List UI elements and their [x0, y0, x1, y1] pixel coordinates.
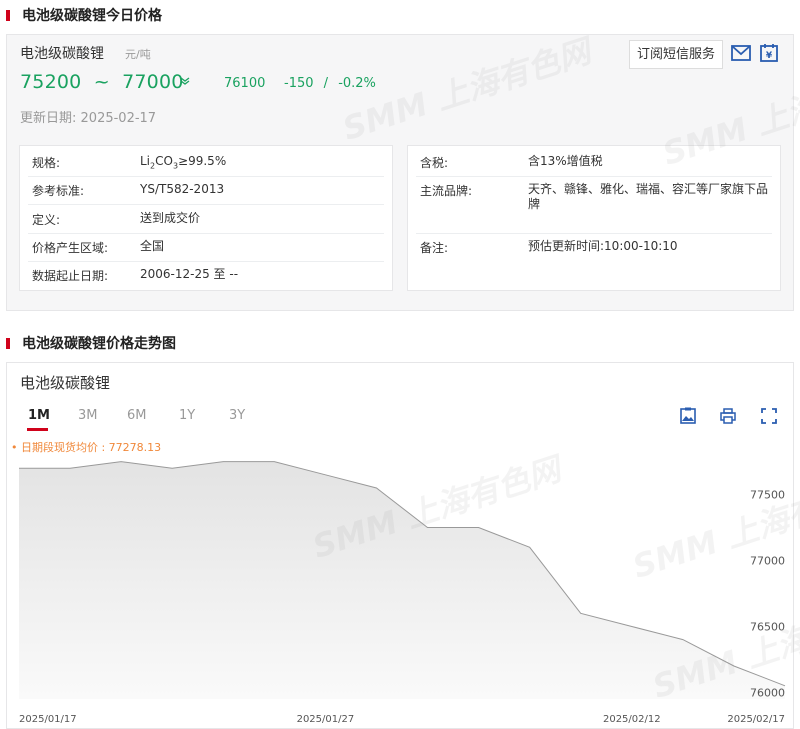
- info-value: YS/T582-2013: [140, 182, 225, 196]
- price-range: 75200 ~ 77000: [20, 71, 184, 93]
- price-high: 77000: [122, 71, 184, 93]
- active-tab-indicator: [27, 428, 48, 431]
- data-point[interactable]: [374, 485, 380, 491]
- section-title-text: 电池级碳酸锂今日价格: [22, 8, 162, 24]
- tab-1y[interactable]: 1Y: [179, 408, 195, 423]
- update-date: 更新日期: 2025-02-17: [20, 107, 156, 126]
- update-label: 更新日期:: [20, 111, 77, 126]
- info-label: 数据起止日期:: [32, 269, 109, 283]
- tab-3m[interactable]: 3M: [78, 408, 98, 423]
- divider: [28, 176, 384, 177]
- divider: [416, 176, 772, 177]
- formula-part: CO: [155, 154, 173, 168]
- tab-6m[interactable]: 6M: [127, 408, 147, 423]
- title-accent-bar: [6, 9, 10, 21]
- price-change: -150 / -0.2%: [284, 76, 376, 91]
- y-tick-label: 77000: [750, 555, 785, 568]
- section-title-text: 电池级碳酸锂价格走势图: [22, 336, 176, 352]
- data-point[interactable]: [425, 525, 431, 531]
- data-point[interactable]: [476, 525, 482, 531]
- info-label: 价格产生区域:: [32, 241, 109, 255]
- average-price: 76100: [224, 76, 266, 91]
- price-unit: 元/吨: [125, 48, 151, 61]
- spec-info-left: 规格: Li2CO3≥99.5% 参考标准: YS/T582-2013 定义: …: [19, 145, 393, 291]
- info-value: Li2CO3≥99.5%: [140, 154, 382, 173]
- info-value: 2006-12-25 至 --: [140, 267, 239, 281]
- price-low: 75200: [20, 71, 82, 93]
- info-label: 主流品牌:: [420, 184, 473, 198]
- mail-icon[interactable]: [730, 43, 752, 63]
- subscribe-sms-button[interactable]: 订阅短信服务: [629, 40, 724, 69]
- x-tick-label: 2025/02/12: [603, 714, 661, 725]
- info-value: 含13%增值税: [528, 154, 603, 168]
- price-trend-chart[interactable]: • 日期段现货均价 : 77278.13 76000 76500 77000 77500…: [7, 439, 793, 729]
- data-point[interactable]: [271, 459, 277, 465]
- data-point[interactable]: [629, 624, 635, 630]
- tab-3y[interactable]: 3Y: [229, 408, 245, 423]
- price-calendar-icon[interactable]: ¥: [758, 43, 780, 63]
- data-point[interactable]: [169, 465, 175, 471]
- change-separator: /: [323, 76, 329, 91]
- y-tick-label: 76000: [750, 686, 785, 699]
- update-value: 2025-02-17: [80, 111, 157, 126]
- price-card: 电池级碳酸锂 元/吨 75200 ~ 77000 76100 -150 / -0…: [6, 32, 800, 311]
- tab-1m[interactable]: 1M: [28, 408, 50, 423]
- divider: [28, 261, 384, 262]
- divider: [28, 233, 384, 234]
- section-title-today-price: 电池级碳酸锂今日价格: [6, 5, 162, 25]
- divider: [28, 204, 384, 205]
- change-percent: -0.2%: [338, 76, 376, 91]
- data-point[interactable]: [578, 610, 584, 616]
- formula-part: ≥99.5%: [178, 154, 227, 168]
- y-tick-label: 77500: [750, 489, 785, 502]
- spec-info-right: 含税: 含13%增值税 主流品牌: 天齐、赣锋、雅化、瑞福、容汇等厂家旗下品牌 …: [407, 145, 781, 291]
- info-value: 天齐、赣锋、雅化、瑞福、容汇等厂家旗下品牌: [528, 182, 769, 211]
- product-name: 电池级碳酸锂: [20, 46, 104, 62]
- save-image-icon[interactable]: [679, 407, 697, 425]
- price-trend-card: 电池级碳酸锂 1M 3M 6M 1Y 3Y • 日期段现货均价 : 77278.…: [6, 362, 800, 729]
- data-point[interactable]: [322, 472, 328, 478]
- info-label: 含税:: [420, 156, 449, 170]
- info-value: 预估更新时间:10:00-10:10: [528, 239, 678, 253]
- info-label: 规格:: [32, 156, 61, 170]
- price-tilde: ~: [93, 71, 110, 93]
- y-tick-label: 76500: [750, 621, 785, 634]
- change-value: -150: [284, 76, 314, 91]
- info-value: 送到成交价: [140, 211, 201, 225]
- fullscreen-icon[interactable]: [760, 407, 778, 425]
- x-tick-label: 2025/01/27: [297, 714, 355, 725]
- price-area-fill: [19, 461, 785, 699]
- x-tick-label: 2025/02/17: [727, 714, 785, 725]
- data-point[interactable]: [731, 663, 737, 669]
- x-tick-label: 2025/01/17: [19, 714, 77, 725]
- print-icon[interactable]: [719, 407, 737, 425]
- data-point[interactable]: [16, 465, 22, 471]
- info-label: 定义:: [32, 213, 61, 227]
- title-accent-bar: [6, 337, 10, 349]
- data-point[interactable]: [118, 459, 124, 465]
- data-point[interactable]: [220, 459, 226, 465]
- svg-text:¥: ¥: [766, 51, 773, 61]
- section-title-price-trend: 电池级碳酸锂价格走势图: [6, 333, 176, 353]
- info-label: 参考标准:: [32, 184, 85, 198]
- data-point[interactable]: [680, 637, 686, 643]
- down-chevron-icon: [180, 77, 190, 88]
- chart-product-name: 电池级碳酸锂: [20, 374, 111, 392]
- data-point[interactable]: [67, 465, 73, 471]
- divider: [416, 233, 772, 234]
- data-point[interactable]: [527, 544, 533, 550]
- info-label: 备注:: [420, 241, 449, 255]
- formula-part: Li: [140, 154, 151, 168]
- info-value: 全国: [140, 239, 165, 253]
- average-price-label: • 日期段现货均价 : 77278.13: [11, 440, 161, 454]
